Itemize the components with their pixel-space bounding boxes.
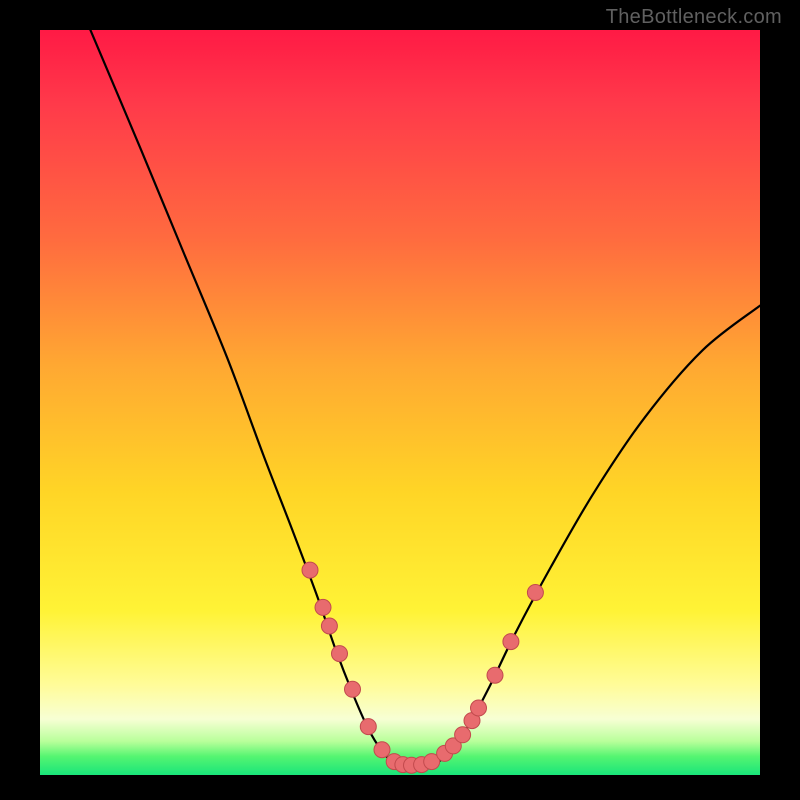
data-marker	[374, 742, 390, 758]
chart-container: TheBottleneck.com	[0, 0, 800, 800]
plot-area	[40, 30, 760, 775]
data-marker	[527, 585, 543, 601]
data-marker	[487, 667, 503, 683]
data-marker	[332, 646, 348, 662]
data-marker	[321, 618, 337, 634]
data-marker	[302, 562, 318, 578]
chart-svg	[40, 30, 760, 775]
watermark-text: TheBottleneck.com	[606, 6, 782, 29]
data-marker	[345, 681, 361, 697]
data-marker	[360, 719, 376, 735]
data-marker	[315, 599, 331, 615]
data-marker	[455, 727, 471, 743]
data-marker	[503, 634, 519, 650]
gradient-background	[40, 30, 760, 775]
data-marker	[471, 700, 487, 716]
